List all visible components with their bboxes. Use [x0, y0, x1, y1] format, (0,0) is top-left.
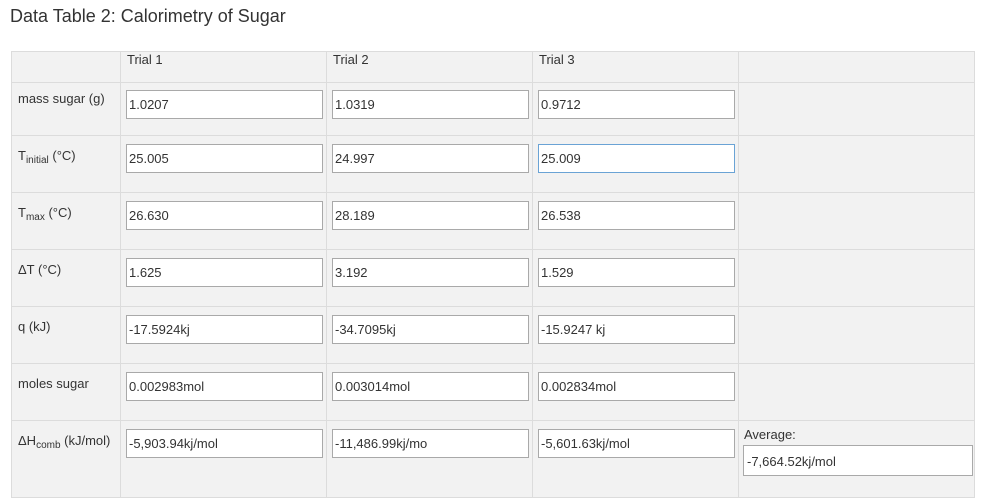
- t-initial-trial-3-input[interactable]: 25.009: [538, 144, 735, 173]
- empty-cell: [738, 363, 975, 421]
- table-row-moles-sugar: moles sugar 0.002983mol 0.003014mol 0.00…: [11, 363, 975, 421]
- moles-sugar-trial-3-input[interactable]: 0.002834mol: [538, 372, 735, 401]
- empty-cell: [738, 82, 975, 136]
- q-trial-1-input[interactable]: -17.5924kj: [126, 315, 323, 344]
- column-header-trial-3: Trial 3: [532, 51, 739, 83]
- row-label: Tinitial (°C): [11, 135, 121, 193]
- table-row-delta-t: ΔT (°C) 1.625 3.192 1.529: [11, 249, 975, 307]
- t-max-trial-2-input[interactable]: 28.189: [332, 201, 529, 230]
- header-row: Trial 1 Trial 2 Trial 3: [11, 51, 975, 83]
- t-initial-trial-1-input[interactable]: 25.005: [126, 144, 323, 173]
- table-row-t-max: Tmax (°C) 26.630 28.189 26.538: [11, 192, 975, 250]
- moles-sugar-trial-1-input[interactable]: 0.002983mol: [126, 372, 323, 401]
- delta-t-trial-3-input[interactable]: 1.529: [538, 258, 735, 287]
- delta-h-trial-2-input[interactable]: -11,486.99kj/mo: [332, 429, 529, 458]
- mass-sugar-trial-3-input[interactable]: 0.9712: [538, 90, 735, 119]
- row-label: ΔT (°C): [11, 249, 121, 307]
- empty-cell: [738, 306, 975, 364]
- empty-cell: [738, 192, 975, 250]
- moles-sugar-trial-2-input[interactable]: 0.003014mol: [332, 372, 529, 401]
- t-max-trial-3-input[interactable]: 26.538: [538, 201, 735, 230]
- row-label: moles sugar: [11, 363, 121, 421]
- data-table: Trial 1 Trial 2 Trial 3 mass sugar (g) 1…: [11, 51, 975, 498]
- table-row-delta-h-comb: ΔHcomb (kJ/mol) -5,903.94kj/mol -11,486.…: [11, 420, 975, 498]
- t-initial-trial-2-input[interactable]: 24.997: [332, 144, 529, 173]
- t-max-trial-1-input[interactable]: 26.630: [126, 201, 323, 230]
- table-row-q: q (kJ) -17.5924kj -34.7095kj -15.9247 kj: [11, 306, 975, 364]
- empty-cell: [738, 249, 975, 307]
- mass-sugar-trial-1-input[interactable]: 1.0207: [126, 90, 323, 119]
- empty-cell: [738, 135, 975, 193]
- q-trial-3-input[interactable]: -15.9247 kj: [538, 315, 735, 344]
- row-label: ΔHcomb (kJ/mol): [11, 420, 121, 498]
- table-row-t-initial: Tinitial (°C) 25.005 24.997 25.009: [11, 135, 975, 193]
- delta-h-trial-3-input[interactable]: -5,601.63kj/mol: [538, 429, 735, 458]
- corner-cell: [11, 51, 121, 83]
- column-header-trial-1: Trial 1: [120, 51, 327, 83]
- delta-h-trial-1-input[interactable]: -5,903.94kj/mol: [126, 429, 323, 458]
- average-label: Average:: [744, 427, 796, 442]
- extra-header-cell: [738, 51, 975, 83]
- table-row-mass-sugar: mass sugar (g) 1.0207 1.0319 0.9712: [11, 82, 975, 136]
- average-cell: Average: -7,664.52kj/mol: [738, 420, 975, 498]
- row-label: Tmax (°C): [11, 192, 121, 250]
- delta-t-trial-1-input[interactable]: 1.625: [126, 258, 323, 287]
- average-input[interactable]: -7,664.52kj/mol: [743, 445, 973, 476]
- row-label: q (kJ): [11, 306, 121, 364]
- delta-t-trial-2-input[interactable]: 3.192: [332, 258, 529, 287]
- mass-sugar-trial-2-input[interactable]: 1.0319: [332, 90, 529, 119]
- column-header-trial-2: Trial 2: [326, 51, 533, 83]
- row-label: mass sugar (g): [11, 82, 121, 136]
- q-trial-2-input[interactable]: -34.7095kj: [332, 315, 529, 344]
- page-title: Data Table 2: Calorimetry of Sugar: [10, 6, 286, 26]
